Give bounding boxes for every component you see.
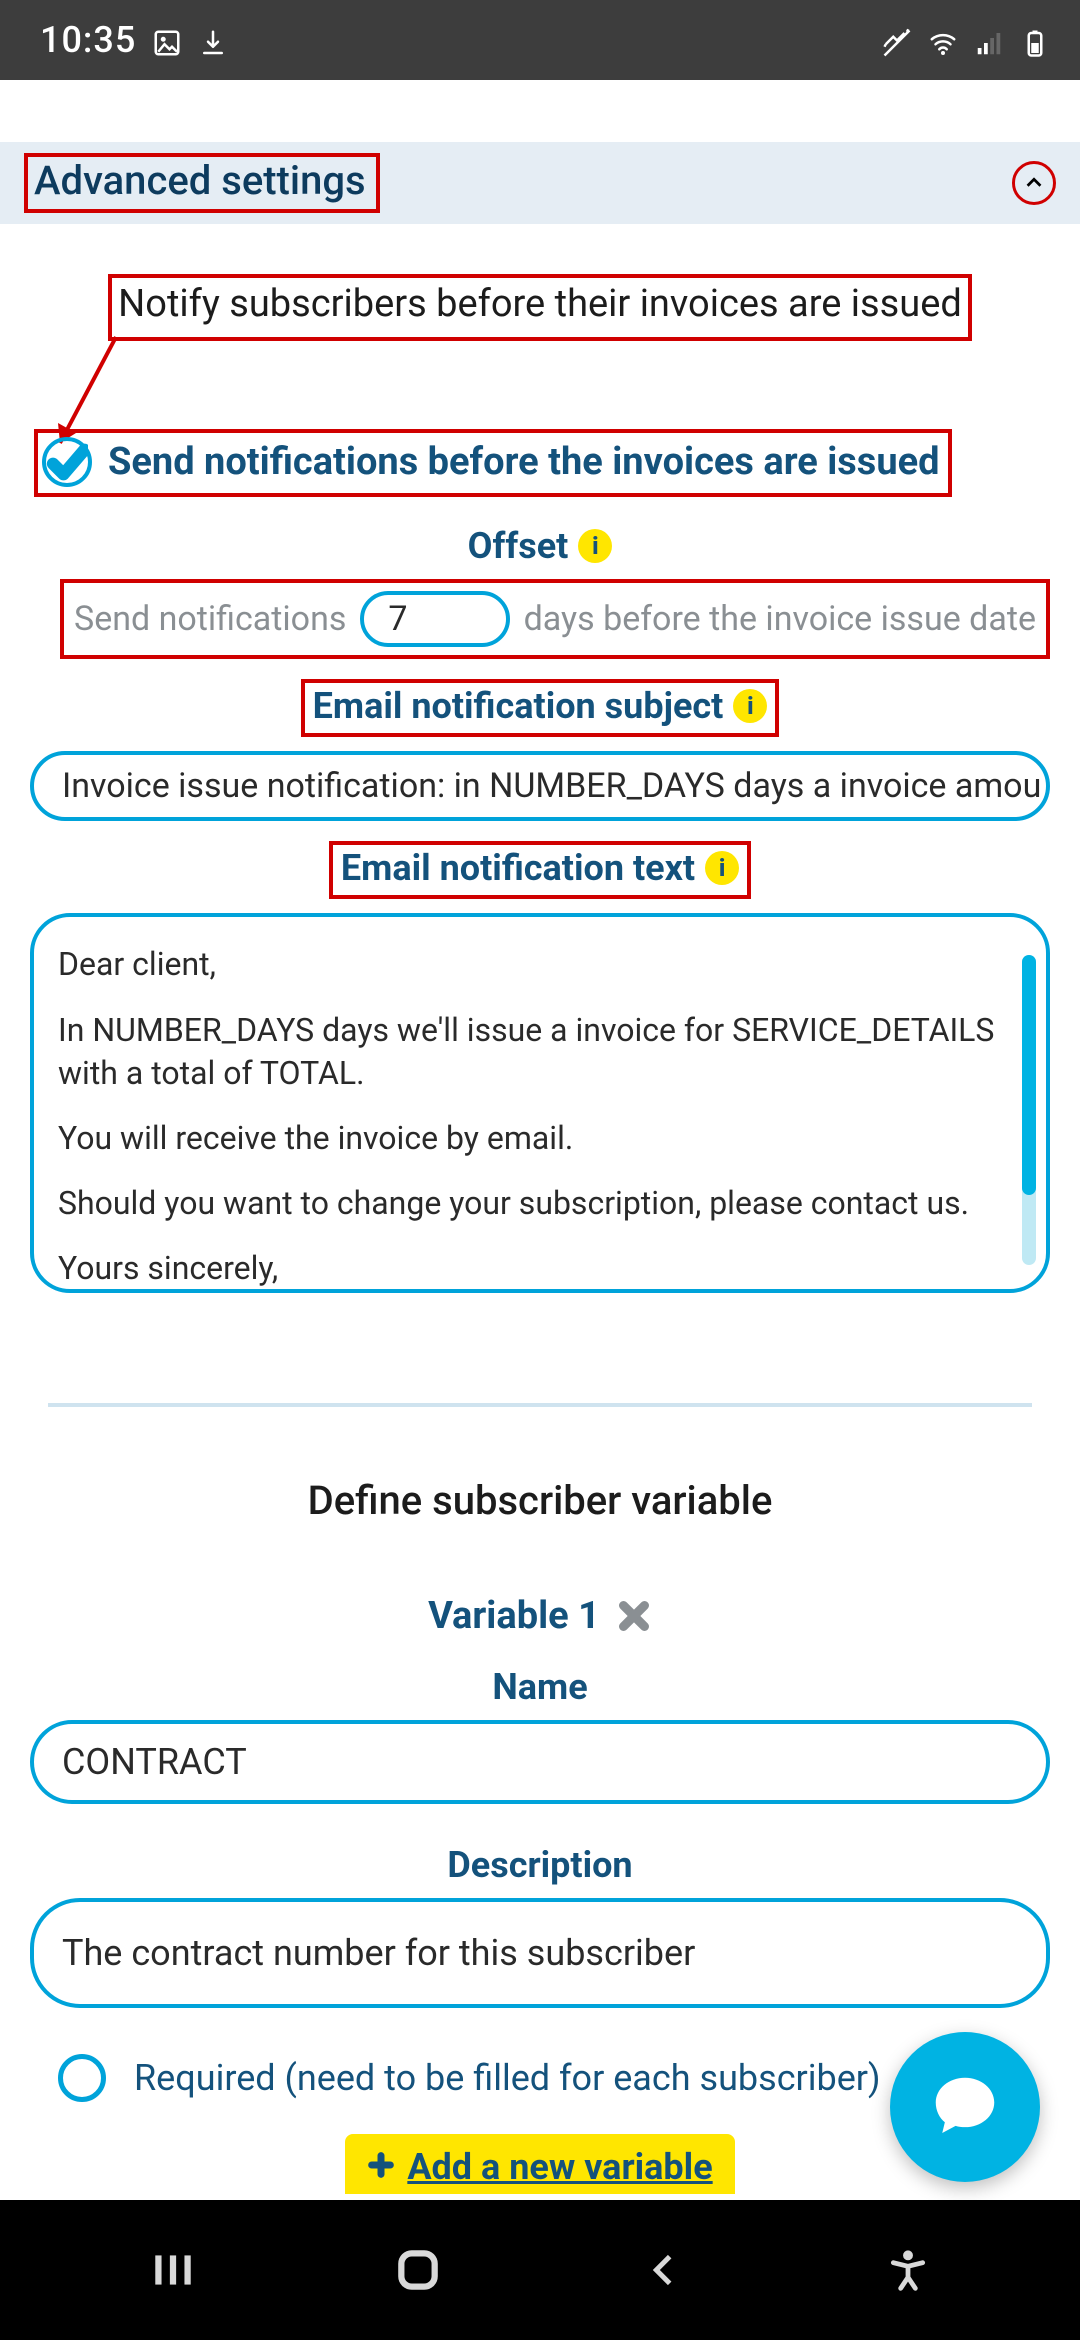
variable-name-input[interactable]: CONTRACT	[30, 1720, 1050, 1804]
offset-row: Send notifications 7 days before the inv…	[60, 579, 1050, 659]
email-body-title: Email notification text i	[341, 847, 739, 889]
checkbox-unchecked-icon[interactable]	[58, 2054, 106, 2102]
status-clock: 10:35	[40, 19, 136, 61]
battery-icon	[1020, 25, 1050, 55]
scrollbar-thumb[interactable]	[1022, 955, 1036, 1195]
checkbox-checked-icon[interactable]	[42, 437, 92, 487]
nav-accessibility-button[interactable]	[848, 2235, 968, 2305]
nav-back-button[interactable]	[603, 2235, 723, 2305]
advanced-settings-header[interactable]: Advanced settings	[0, 142, 1080, 224]
offset-suffix: days before the invoice issue date	[524, 599, 1036, 639]
downloads-icon	[198, 25, 228, 55]
offset-title: Offset i	[468, 525, 613, 567]
offset-prefix: Send notifications	[74, 599, 346, 639]
info-icon[interactable]: i	[578, 529, 612, 563]
required-label: Required (need to be filled for each sub…	[134, 2057, 881, 2099]
variable-name-label: Name	[492, 1666, 587, 1708]
nav-recents-button[interactable]	[113, 2235, 233, 2305]
remove-variable-icon[interactable]	[616, 1598, 652, 1634]
notify-section-heading: Notify subscribers before their invoices…	[108, 274, 972, 341]
annotation-arrow	[30, 341, 1050, 441]
info-icon[interactable]: i	[733, 689, 767, 723]
chat-fab-button[interactable]	[890, 2032, 1040, 2182]
plus-icon	[367, 2146, 395, 2188]
wifi-icon	[928, 25, 958, 55]
email-subject-title: Email notification subject i	[313, 685, 768, 727]
send-notifications-label: Send notifications before the invoices a…	[108, 440, 940, 484]
email-subject-input[interactable]: Invoice issue notification: in NUMBER_DA…	[30, 751, 1050, 821]
info-icon[interactable]: i	[705, 851, 739, 885]
cell-signal-icon	[974, 25, 1004, 55]
chevron-up-icon[interactable]	[1012, 161, 1056, 205]
vibrate-icon	[882, 25, 912, 55]
section-divider	[48, 1403, 1032, 1407]
define-variable-title: Define subscriber variable	[308, 1477, 773, 1524]
add-variable-button[interactable]: Add a new variable	[345, 2134, 734, 2194]
android-status-bar: 10:35	[0, 0, 1080, 80]
variable-1-label: Variable 1	[428, 1594, 600, 1638]
image-icon	[152, 25, 182, 55]
email-body-textarea[interactable]: Dear client, In NUMBER_DAYS days we'll i…	[30, 913, 1050, 1293]
nav-home-button[interactable]	[358, 2235, 478, 2305]
variable-description-input[interactable]: The contract number for this subscriber	[30, 1898, 1050, 2008]
android-nav-bar	[0, 2200, 1080, 2340]
offset-days-input[interactable]: 7	[360, 591, 509, 647]
variable-description-label: Description	[447, 1844, 632, 1886]
advanced-settings-title: Advanced settings	[24, 153, 380, 213]
